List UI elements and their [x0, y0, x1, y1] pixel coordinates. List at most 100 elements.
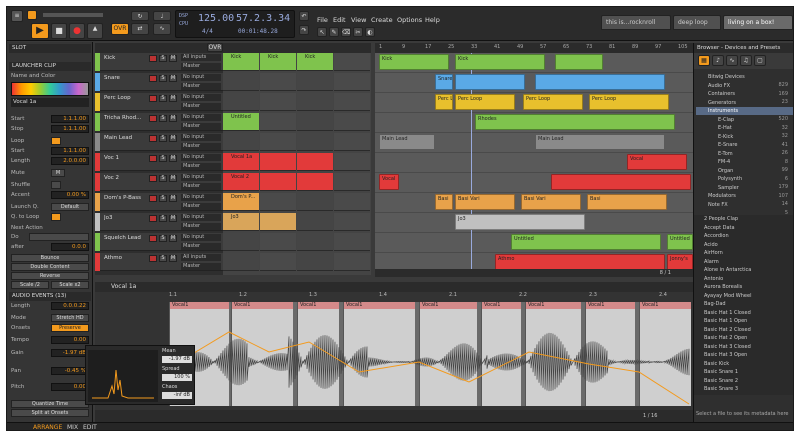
edit-view-button[interactable]: EDIT [83, 424, 97, 430]
track-output-select[interactable]: Master [181, 83, 221, 90]
arranger-clip[interactable]: Untitled [667, 234, 693, 250]
track-header[interactable]: Athmo S M All inputs Master [95, 253, 223, 271]
browser-tree-item[interactable]: E-Kick 41 [696, 133, 793, 148]
clip-slot[interactable] [260, 233, 296, 251]
launch-q-select[interactable]: Default [51, 203, 89, 211]
preset-item[interactable]: Alone in Antarctica [696, 266, 793, 274]
tab-project-3[interactable]: living on a box! [723, 15, 793, 30]
waveform-area[interactable]: Vocal1 Vocal1 Vocal1 Vocal1 Vocal1 Vocal1 Voca… [169, 302, 691, 406]
scale-double-button[interactable]: Scale x2 [51, 281, 89, 289]
track-input-select[interactable]: No input [181, 194, 221, 201]
record-button[interactable]: ● [69, 23, 85, 39]
clip-slot[interactable] [334, 53, 370, 71]
arranger-clip[interactable]: Jonny's [667, 254, 693, 270]
chaos-value[interactable]: -inf dB [162, 392, 192, 399]
browser-tree-item[interactable]: E-Clap 32 [696, 116, 793, 131]
loop-start-value[interactable]: 1.1.1.00 [51, 147, 89, 155]
track-header[interactable]: Snare S M No input Master [95, 73, 223, 91]
q-to-loop-toggle[interactable] [51, 213, 61, 221]
redo-icon[interactable]: ↷ [299, 25, 309, 35]
start-value[interactable]: 1.1.1.00 [51, 115, 89, 123]
groove-icon[interactable]: ∿ [153, 23, 171, 35]
preset-item[interactable]: 2 People Clap [696, 215, 793, 223]
track-output-select[interactable]: Master [181, 223, 221, 230]
launcher-clip[interactable]: Kick [223, 53, 259, 70]
position-display[interactable]: 57.2.3.34 [236, 13, 290, 24]
clip-slot[interactable] [334, 73, 370, 91]
mute-button[interactable]: M [169, 75, 177, 82]
arranger-clip[interactable]: Basi Vari [521, 194, 581, 210]
browser-tree-item[interactable]: Organ 6 [696, 167, 793, 182]
browser-tree-item[interactable]: Generators22 [696, 99, 793, 114]
clip-slot[interactable] [334, 153, 370, 171]
bounce-button[interactable]: Bounce [11, 254, 89, 262]
presets-icon[interactable]: ♪ [712, 55, 724, 66]
arranger-clip[interactable]: Perc Loop [589, 94, 669, 110]
reverse-button[interactable]: Reverse [11, 272, 89, 280]
mute-button[interactable]: M [169, 175, 177, 182]
browser-tree-item[interactable]: FM-4 99 [696, 158, 793, 173]
solo-button[interactable]: S [159, 135, 167, 142]
tab-project-1[interactable]: this is...rocknroll [601, 15, 671, 30]
mute-button[interactable]: M [169, 235, 177, 242]
record-arm-button[interactable] [149, 235, 157, 242]
arranger-clip[interactable]: Basi [587, 194, 667, 210]
track-input-select[interactable]: No input [181, 74, 221, 81]
preset-item[interactable]: Basic Hat 1 Open [696, 317, 793, 325]
tab-project-2[interactable]: deep loop [673, 15, 721, 30]
solo-button[interactable]: S [159, 115, 167, 122]
preset-item[interactable]: Basic Hat 2 Open [696, 334, 793, 342]
arranger-clip[interactable]: Jo3 [455, 214, 585, 230]
mute-button[interactable]: M [51, 169, 65, 177]
pitch-value[interactable]: 0.00 [51, 383, 89, 391]
arranger-clip[interactable]: Kick [455, 54, 545, 70]
track-header[interactable]: Voc 2 S M No input Master [95, 173, 223, 191]
preset-item[interactable]: Bag-Dad [696, 300, 793, 308]
music-icon[interactable]: ♫ [740, 55, 752, 66]
solo-button[interactable]: S [159, 155, 167, 162]
gain-value[interactable]: -1.97 dB [51, 349, 89, 357]
preset-item[interactable]: Aurora Borealis [696, 283, 793, 291]
samples-icon[interactable]: ∿ [726, 55, 738, 66]
arranger-clip[interactable] [551, 174, 691, 190]
stop-button[interactable]: ■ [51, 23, 67, 39]
arranger-clip[interactable] [535, 74, 665, 90]
loop-length-value[interactable]: 2.0.0.00 [51, 157, 89, 165]
undo-icon[interactable]: ↶ [299, 11, 309, 21]
pencil-tool-icon[interactable]: ✎ [329, 27, 339, 37]
track-input-select[interactable]: No input [181, 94, 221, 101]
record-arm-button[interactable] [149, 155, 157, 162]
track-header[interactable]: Perc Loop S M No input Master [95, 93, 223, 111]
slice-tool-icon[interactable]: ✂ [353, 27, 363, 37]
loop-icon[interactable]: ↻ [131, 11, 149, 21]
launcher-clip[interactable]: Dom's P... [223, 193, 259, 210]
track-header[interactable]: Squelch Lead S M No input Master [95, 233, 223, 251]
shuffle-toggle[interactable] [51, 181, 61, 189]
browser-tree-item[interactable]: E-Tom 8 [696, 150, 793, 165]
arranger-timeline[interactable]: KickKickSnarePerc LoopPerc LoopPerc Loop… [375, 53, 693, 275]
track-output-select[interactable]: Master [181, 263, 221, 270]
after-value[interactable]: 0.0.0 [51, 243, 89, 251]
solo-button[interactable]: S [159, 95, 167, 102]
mute-button[interactable]: M [169, 55, 177, 62]
arranger-clip[interactable]: Snare [435, 74, 453, 90]
solo-button[interactable]: S [159, 195, 167, 202]
clip-name-field[interactable]: Vocal 1a [11, 98, 89, 107]
arranger-clip[interactable]: Main Lead [535, 134, 665, 150]
arrange-view-button[interactable]: ARRANGE [33, 424, 62, 430]
ae-length-value[interactable]: 0.0.0.22 [51, 302, 89, 310]
launcher-clip[interactable] [260, 213, 296, 230]
clip-slot[interactable] [223, 233, 259, 251]
track-header[interactable]: Tricha Rhod... S M No input Master [95, 113, 223, 131]
record-arm-button[interactable] [149, 95, 157, 102]
arranger-clip[interactable]: Kick [379, 54, 449, 70]
track-input-select[interactable]: No input [181, 154, 221, 161]
arranger-clip[interactable]: Basi [435, 194, 453, 210]
browser-tree-item[interactable]: E-Snare 26 [696, 141, 793, 156]
track-output-select[interactable]: Master [181, 123, 221, 130]
browser-tree-item[interactable]: Note FX 5 [696, 201, 793, 216]
record-arm-button[interactable] [149, 175, 157, 182]
preset-item[interactable]: Accordion [696, 232, 793, 240]
preset-item[interactable]: Basic Hat 3 Open [696, 351, 793, 359]
record-arm-button[interactable] [149, 55, 157, 62]
